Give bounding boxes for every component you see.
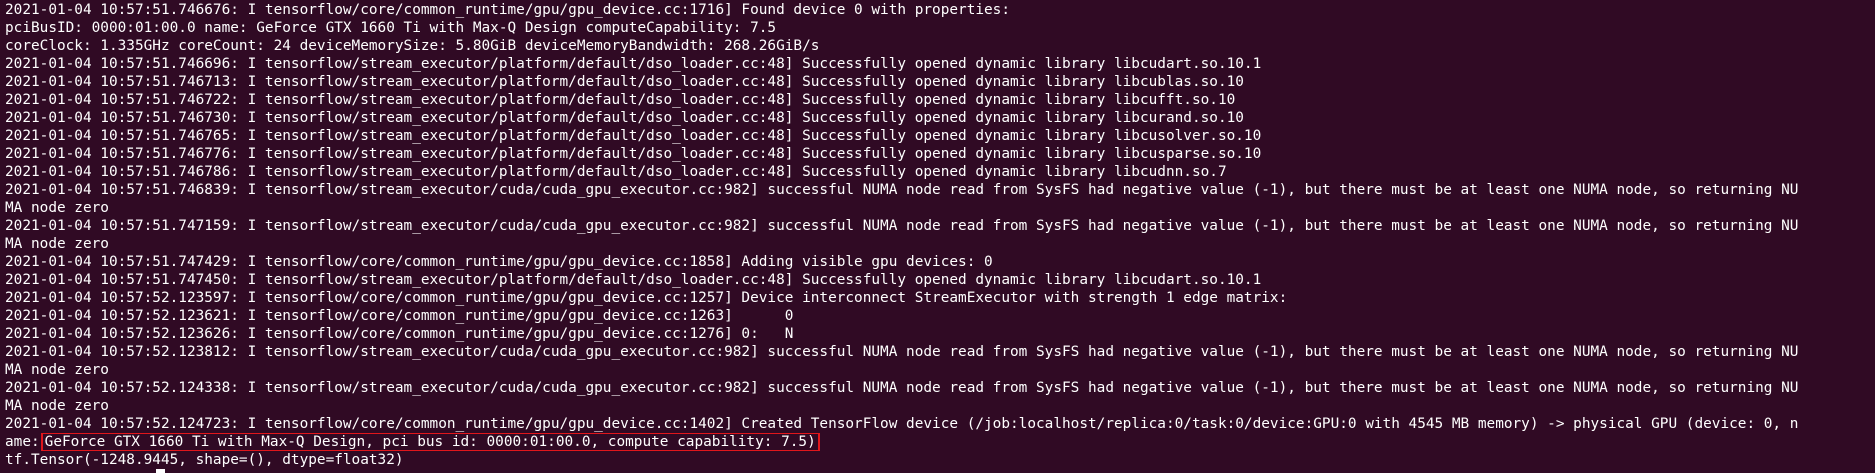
cursor-icon [156, 469, 165, 473]
log-line: 2021-01-04 10:57:52.123626: I tensorflow… [5, 326, 794, 342]
log-line: 2021-01-04 10:57:52.124723: I tensorflow… [5, 416, 1799, 432]
tensor-output: tf.Tensor(-1248.9445, shape=(), dtype=fl… [5, 452, 404, 468]
log-line: 2021-01-04 10:57:52.123597: I tensorflow… [5, 290, 1288, 306]
log-line: 2021-01-04 10:57:52.123621: I tensorflow… [5, 308, 794, 324]
log-line: 2021-01-04 10:57:51.746776: I tensorflow… [5, 146, 1262, 162]
log-line: MA node zero [5, 200, 109, 216]
log-line: 2021-01-04 10:57:51.747429: I tensorflow… [5, 254, 993, 270]
log-line: 2021-01-04 10:57:51.746765: I tensorflow… [5, 128, 1262, 144]
log-line: 2021-01-04 10:57:51.746839: I tensorflow… [5, 182, 1799, 198]
log-line: 2021-01-04 10:57:51.746676: I tensorflow… [5, 2, 1011, 18]
gpu-info-highlight: GeForce GTX 1660 Ti with Max-Q Design, p… [40, 433, 820, 451]
terminal-window[interactable]: 2021-01-04 10:57:51.746676: I tensorflow… [0, 0, 1875, 473]
log-line: 2021-01-04 10:57:51.746722: I tensorflow… [5, 92, 1236, 108]
log-line: 2021-01-04 10:57:51.746786: I tensorflow… [5, 164, 1227, 180]
log-line: 2021-01-04 10:57:51.746730: I tensorflow… [5, 110, 1244, 126]
log-line: 2021-01-04 10:57:51.746696: I tensorflow… [5, 56, 1262, 72]
log-line: 2021-01-04 10:57:51.747450: I tensorflow… [5, 272, 1262, 288]
log-line: 2021-01-04 10:57:51.746713: I tensorflow… [5, 74, 1244, 90]
log-line: coreClock: 1.335GHz coreCount: 24 device… [5, 38, 820, 54]
output-line: tf.Tensor(-1248.9445, shape=(), dtype=fl… [5, 451, 1875, 469]
prompt-line[interactable] [5, 469, 1875, 473]
log-line: MA node zero [5, 398, 109, 414]
log-line: MA node zero [5, 362, 109, 378]
highlight-prefix: ame: [5, 434, 40, 450]
log-line: pciBusID: 0000:01:00.0 name: GeForce GTX… [5, 20, 777, 36]
terminal-output: 2021-01-04 10:57:51.746676: I tensorflow… [5, 1, 1875, 433]
log-line: 2021-01-04 10:57:51.747159: I tensorflow… [5, 218, 1799, 234]
log-line: 2021-01-04 10:57:52.124338: I tensorflow… [5, 380, 1799, 396]
log-line: MA node zero [5, 236, 109, 252]
highlighted-line: ame: GeForce GTX 1660 Ti with Max-Q Desig… [5, 433, 1875, 451]
log-line: 2021-01-04 10:57:52.123812: I tensorflow… [5, 344, 1799, 360]
